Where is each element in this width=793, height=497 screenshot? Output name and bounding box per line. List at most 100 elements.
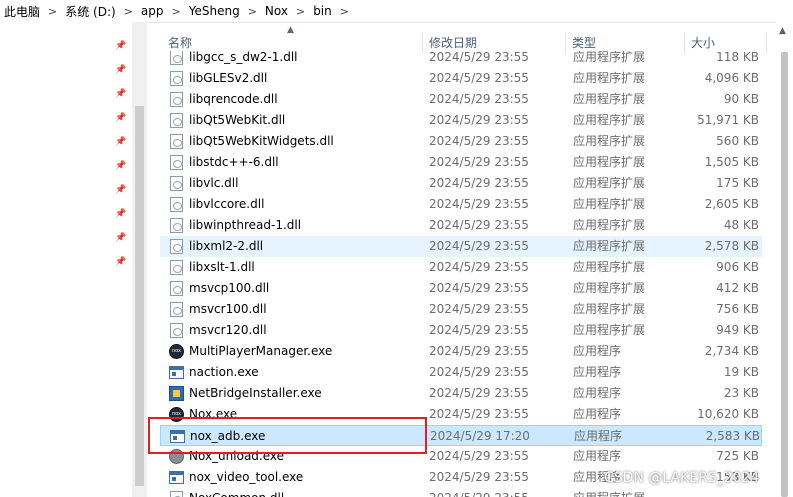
file-date: 2024/5/29 23:55 [429,344,529,358]
pin-icon[interactable]: 📌 [115,136,127,148]
file-row[interactable]: libvlccore.dll 2024/5/29 23:55 应用程序扩展 2,605… [160,194,762,215]
pin-icon[interactable]: 📌 [115,40,127,52]
pin-icon[interactable]: 📌 [115,232,127,244]
pin-icon[interactable]: 📌 [115,88,127,100]
file-row[interactable]: MultiPlayerManager.exe 2024/5/29 23:55 应用程… [160,341,762,362]
file-size: 1,505 KB [704,155,759,169]
file-row[interactable]: NoxCommon.dll 2024/5/29 23:55 应用程序扩展 [160,488,762,497]
file-size: 118 KB [716,51,759,64]
breadcrumb-chevron-icon[interactable]: > [336,5,353,18]
dll-icon [170,218,183,233]
navigation-pane-scrollbar[interactable] [132,22,147,497]
file-name: libstdc++-6.dll [189,155,279,169]
file-name: libqrencode.dll [189,92,278,106]
file-size: 412 KB [716,281,759,295]
breadcrumb-chevron-icon[interactable]: > [168,5,185,18]
dll-icon [170,239,183,254]
file-type: 应用程序扩展 [573,260,646,274]
file-date: 2024/5/29 23:55 [429,488,569,497]
navigation-pane[interactable]: 📌 📌 📌 📌 📌 📌 📌 📌 📌 📌 [0,22,132,497]
breadcrumb-chevron-icon[interactable]: > [44,5,61,18]
breadcrumb: 此电脑 > 系统 (D:) > app > YeSheng > Nox > bin > [0,0,793,23]
file-size: 2,605 KB [704,197,759,211]
file-name: MultiPlayerManager.exe [189,344,333,358]
breadcrumb-chevron-icon[interactable]: > [120,5,137,18]
file-date: 2024/5/29 23:55 [429,113,529,127]
file-size: 756 KB [716,302,759,316]
exe-icon [169,366,184,379]
file-name: libvlc.dll [189,176,239,190]
pin-icon[interactable]: 📌 [115,208,127,220]
file-size: 48 KB [723,218,759,232]
breadcrumb-item[interactable]: Nox [261,4,292,18]
file-row[interactable]: libqrencode.dll 2024/5/29 23:55 应用程序扩展 90 K… [160,89,762,110]
breadcrumb-item[interactable]: app [137,4,168,18]
file-name: libxslt-1.dll [189,260,255,274]
file-row[interactable]: NetBridgeInstaller.exe 2024/5/29 23:55 应用程… [160,383,762,404]
file-size: 19 KB [723,365,759,379]
scroll-up-arrow-icon[interactable]: ▲ [779,26,786,36]
file-row[interactable]: libvlc.dll 2024/5/29 23:55 应用程序扩展 175 KB [160,173,762,194]
file-row[interactable]: libGLESv2.dll 2024/5/29 23:55 应用程序扩展 4,096 … [160,68,762,89]
file-date: 2024/5/29 23:55 [429,470,529,484]
pin-icon[interactable]: 📌 [115,256,127,268]
file-type: 应用程序 [573,344,622,358]
dll-icon [170,92,183,107]
file-name: msvcp100.dll [189,281,270,295]
file-date: 2024/5/29 17:20 [430,429,530,443]
dll-icon [170,71,183,86]
file-row[interactable]: libstdc++-6.dll 2024/5/29 23:55 应用程序扩展 1,50… [160,152,762,173]
pin-icon[interactable]: 📌 [115,112,127,124]
file-type: 应用程序 [573,407,622,421]
file-date: 2024/5/29 23:55 [429,218,529,232]
navigation-pane-scrollbar-thumb[interactable] [135,106,144,486]
file-name: libxml2-2.dll [189,239,264,253]
breadcrumb-item[interactable]: bin [309,4,336,18]
file-row[interactable]: msvcr100.dll 2024/5/29 23:55 应用程序扩展 756 KB [160,299,762,320]
file-type: 应用程序扩展 [573,92,646,106]
breadcrumb-item[interactable]: 系统 (D:) [61,3,119,20]
file-type: 应用程序扩展 [573,51,646,64]
file-name: naction.exe [189,365,259,379]
file-type: 应用程序扩展 [573,155,646,169]
file-row[interactable]: libQt5WebKitWidgets.dll 2024/5/29 23:55 应用… [160,131,762,152]
file-row[interactable]: libwinpthread-1.dll 2024/5/29 23:55 应用程序扩展… [160,215,762,236]
breadcrumb-chevron-icon[interactable]: > [244,5,261,18]
file-date: 2024/5/29 23:55 [429,407,529,421]
file-size: 4,096 KB [704,71,759,85]
file-list-scrollbar[interactable]: ▲ [776,22,793,497]
file-size: 90 KB [723,92,759,106]
file-row[interactable]: libxml2-2.dll 2024/5/29 23:55 应用程序扩展 2,578 … [160,236,762,257]
file-list-scrollbar-thumb[interactable] [781,52,788,497]
file-type: 应用程序扩展 [573,302,646,316]
breadcrumb-item[interactable]: 此电脑 [0,3,44,20]
pin-icon[interactable]: 📌 [115,64,127,76]
dll-icon [170,281,183,296]
file-date: 2024/5/29 23:55 [429,386,529,400]
file-row[interactable]: msvcr120.dll 2024/5/29 23:55 应用程序扩展 949 KB [160,320,762,341]
file-type: 应用程序扩展 [573,323,646,337]
file-date: 2024/5/29 23:55 [429,197,529,211]
file-row[interactable]: libQt5WebKit.dll 2024/5/29 23:55 应用程序扩展 51,… [160,110,762,131]
breadcrumb-chevron-icon[interactable]: > [292,5,309,18]
file-name: msvcr120.dll [189,323,267,337]
file-type: 应用程序 [573,449,622,463]
file-row[interactable]: naction.exe 2024/5/29 23:55 应用程序 19 KB [160,362,762,383]
file-type: 应用程序扩展 [573,71,646,85]
file-name: libQt5WebKit.dll [189,113,286,127]
file-row[interactable]: libxslt-1.dll 2024/5/29 23:55 应用程序扩展 906 KB [160,257,762,278]
file-row[interactable]: msvcp100.dll 2024/5/29 23:55 应用程序扩展 412 KB [160,278,762,299]
breadcrumb-item[interactable]: YeSheng [185,4,244,18]
file-row[interactable]: libgcc_s_dw2-1.dll 2024/5/29 23:55 应用程序扩展 1… [160,51,762,68]
highlight-annotation-box [148,417,427,454]
dll-icon [170,260,183,275]
file-name: libQt5WebKitWidgets.dll [189,134,334,148]
file-date: 2024/5/29 23:55 [429,260,529,274]
pin-icon[interactable]: 📌 [115,184,127,196]
dll-icon [170,197,183,212]
file-size: 2,583 KB [705,429,760,443]
pin-icon[interactable]: 📌 [115,160,127,172]
dll-icon [170,113,183,128]
file-date: 2024/5/29 23:55 [429,323,529,337]
file-type: 应用程序 [573,365,622,379]
